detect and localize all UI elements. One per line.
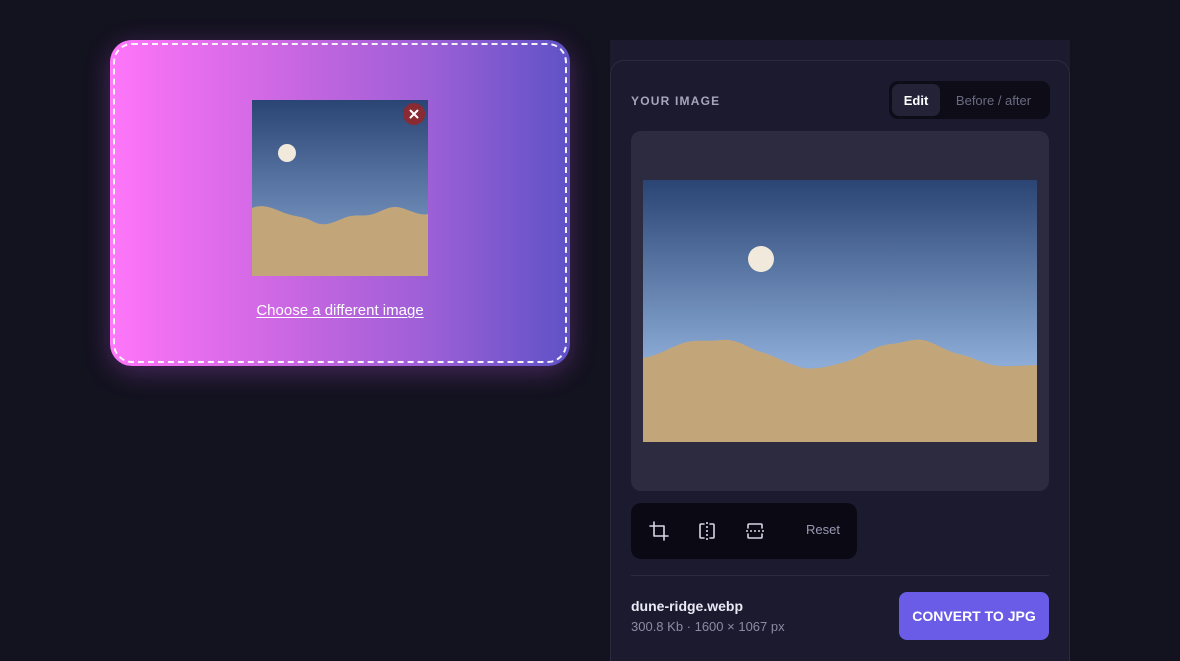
flip-vertical-button[interactable] (741, 517, 769, 545)
crop-icon (649, 521, 669, 541)
choose-different-image-link[interactable]: Choose a different image (110, 302, 570, 319)
file-meta: 300.8 Kb · 1600 × 1067 px (631, 619, 785, 634)
panel-title: YOUR IMAGE (631, 94, 721, 108)
close-icon (409, 109, 419, 119)
panel-divider (631, 575, 1049, 576)
upload-dropzone[interactable]: Choose a different image (110, 40, 570, 366)
tab-edit[interactable]: Edit (892, 84, 940, 116)
uploaded-image-thumbnail (252, 100, 428, 276)
view-mode-tabs: Edit Before / after (889, 81, 1050, 119)
remove-image-button[interactable] (403, 103, 425, 125)
image-panel: YOUR IMAGE Edit Before / after Reset dun… (610, 60, 1070, 661)
flip-horizontal-icon (699, 522, 715, 540)
tab-before-after[interactable]: Before / after (940, 84, 1047, 116)
edit-toolbar: Reset (631, 503, 857, 559)
thumbnail-landscape (252, 100, 428, 276)
flip-vertical-icon (746, 523, 764, 539)
converter-page: Choose a different image YOUR IMAGE Edit… (0, 0, 1180, 661)
preview-landscape (643, 180, 1037, 442)
crop-button[interactable] (645, 517, 673, 545)
reset-button[interactable]: Reset (806, 522, 840, 537)
sun-shape (748, 246, 774, 272)
file-name: dune-ridge.webp (631, 598, 743, 614)
flip-horizontal-button[interactable] (693, 517, 721, 545)
convert-to-jpg-button[interactable]: CONVERT TO JPG (899, 592, 1049, 640)
sun-shape (278, 144, 296, 162)
image-preview-area (631, 131, 1049, 491)
image-preview (643, 180, 1037, 442)
